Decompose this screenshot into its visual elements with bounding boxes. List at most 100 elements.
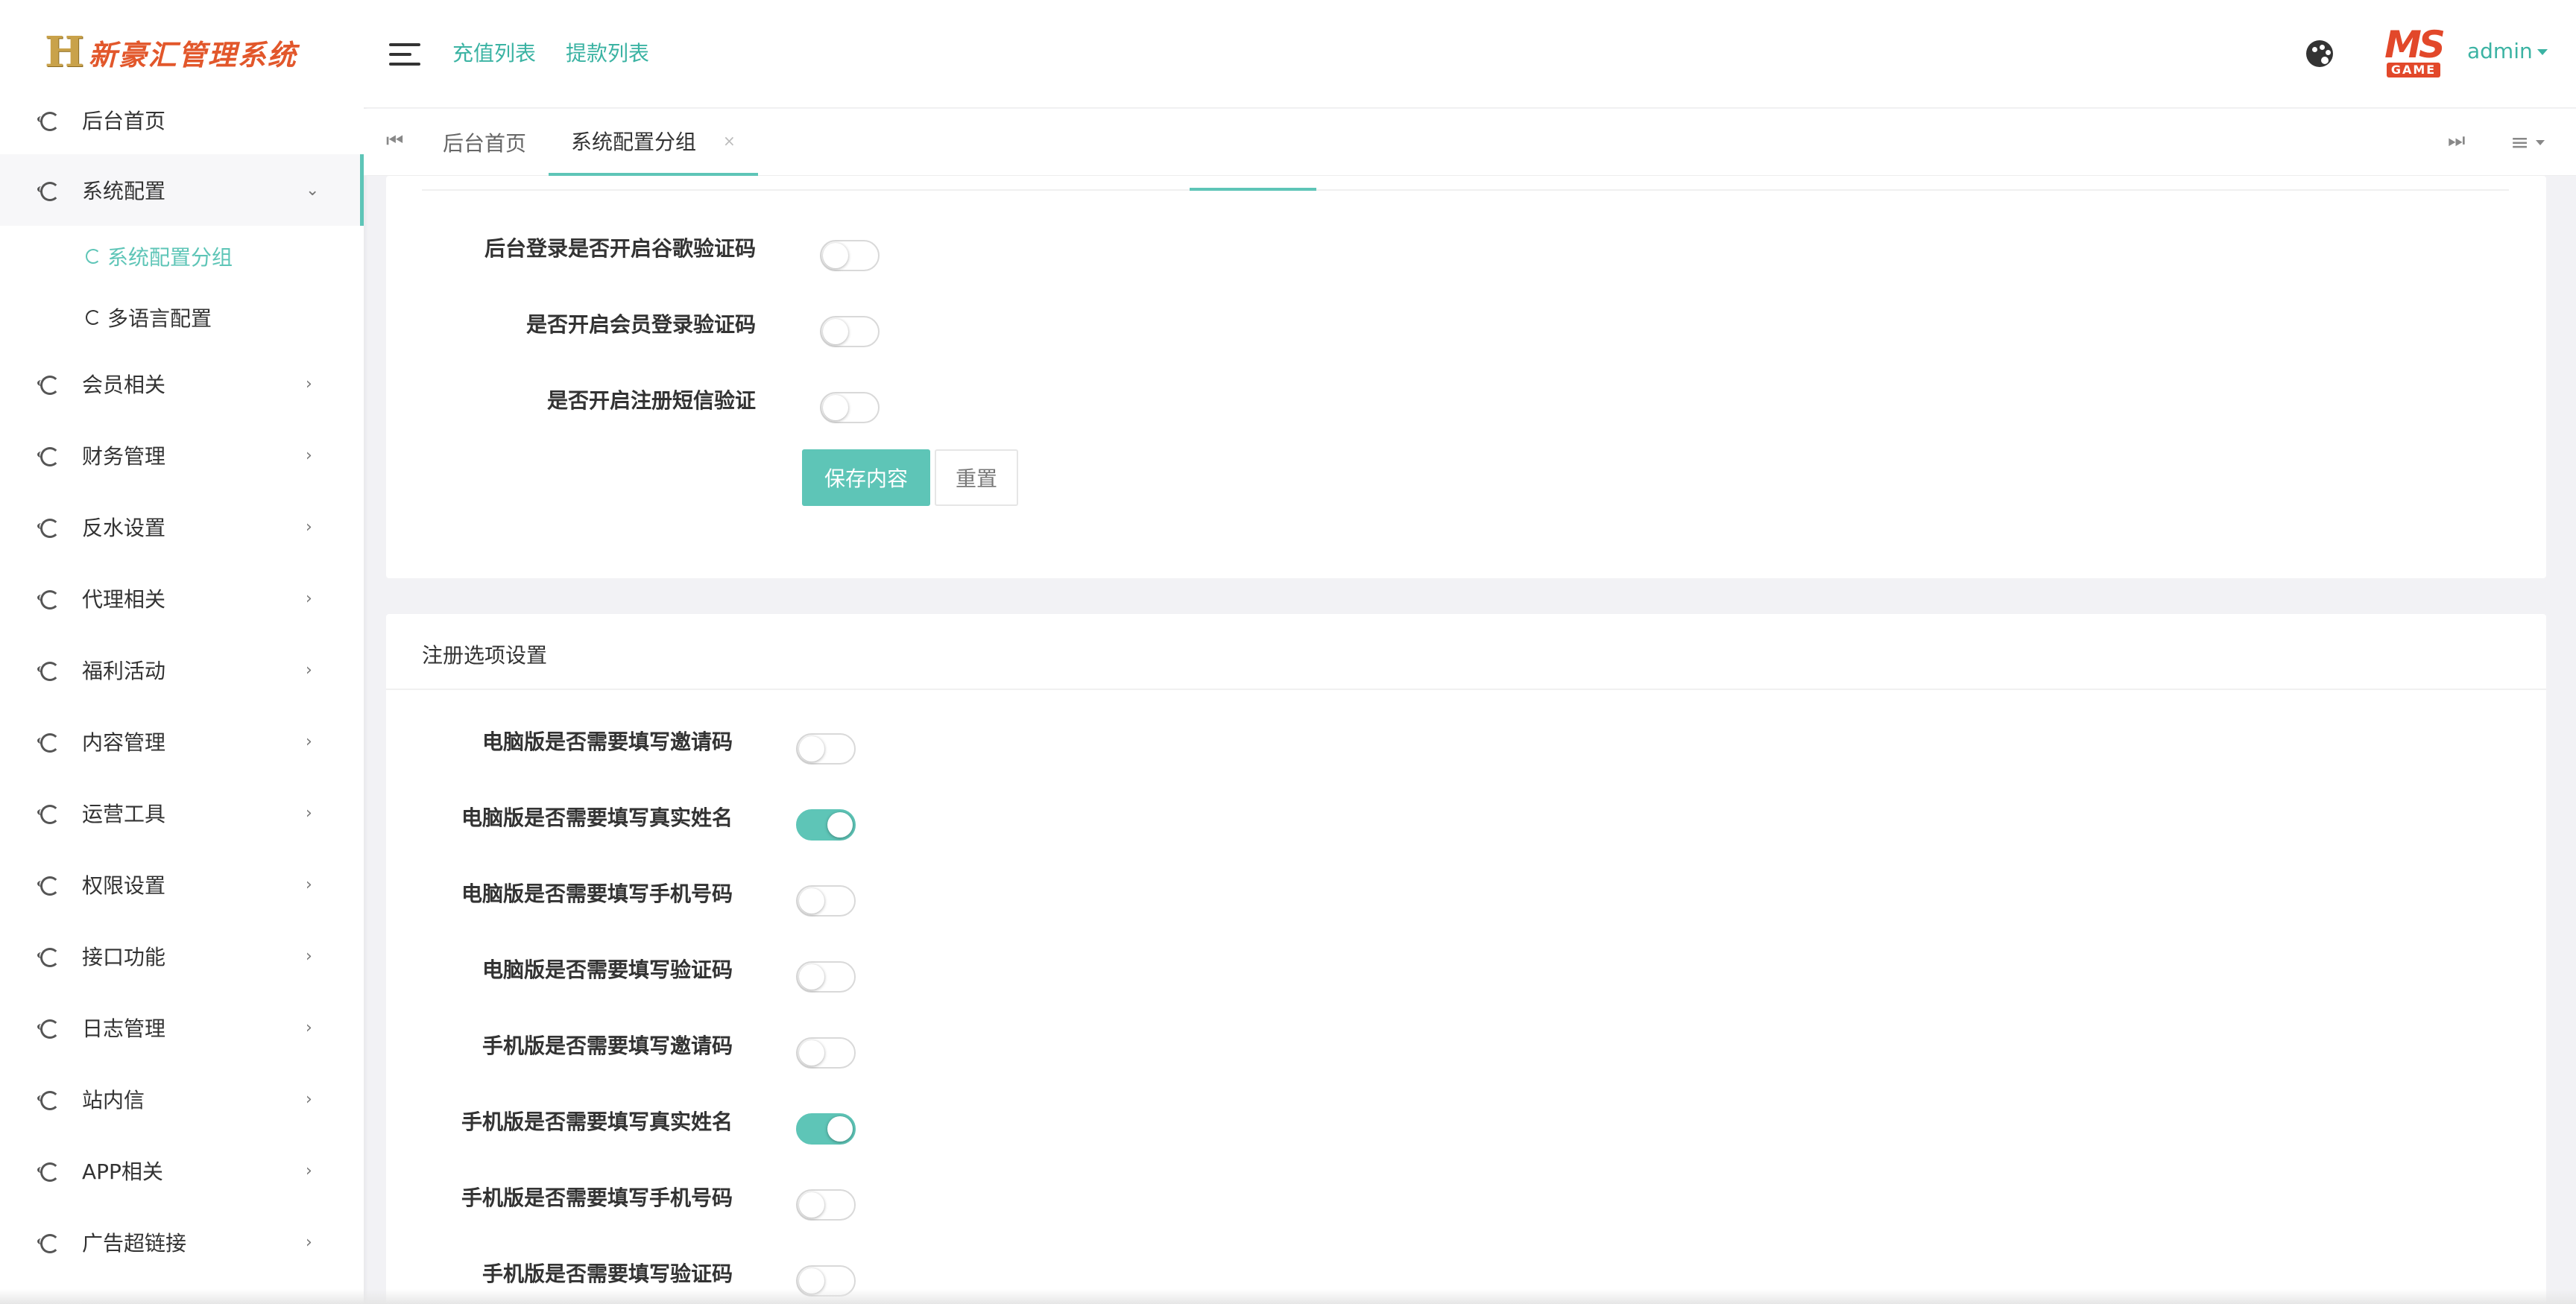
sidebar-item-content[interactable]: 内容管理 › [0, 706, 364, 777]
form-row: 电脑版是否需要填写邀请码 [386, 726, 733, 770]
sidebar-item-messages[interactable]: 站内信 › [0, 1063, 364, 1135]
circle-icon [37, 374, 60, 395]
sidebar-item-label: 福利活动 [82, 659, 166, 683]
mobile-real-name-toggle[interactable] [796, 1113, 856, 1145]
sidebar-item-label: 日志管理 [82, 1016, 166, 1041]
sidebar-item-logs[interactable]: 日志管理 › [0, 992, 364, 1063]
sidebar-item-label: APP相关 [82, 1159, 163, 1184]
pc-phone-toggle[interactable] [796, 885, 856, 917]
google-auth-toggle[interactable] [820, 240, 880, 271]
form-label: 手机版是否需要填写真实姓名 [461, 1110, 733, 1134]
chevron-right-icon: › [306, 803, 312, 823]
circle-icon [37, 1018, 60, 1039]
mobile-phone-toggle[interactable] [796, 1189, 856, 1221]
mobile-invite-code-toggle[interactable] [796, 1037, 856, 1069]
form-label: 手机版是否需要填写验证码 [482, 1262, 733, 1286]
form-label: 后台登录是否开启谷歌验证码 [484, 236, 756, 261]
sidebar-menu: 后台首页 系统配置 ⌄ 系统配置分组 多语言配置 会员相关 › 财务管理 › 反… [0, 86, 364, 1278]
logo-mark: H [45, 28, 84, 77]
logo-text: 新豪汇管理系统 [88, 38, 297, 72]
circle-icon [37, 732, 60, 753]
tab-label: 后台首页 [443, 131, 527, 156]
menu-toggle-icon[interactable] [389, 43, 420, 66]
chevron-right-icon: › [306, 1232, 312, 1252]
chevron-right-icon: › [306, 946, 312, 966]
sidebar-item-api[interactable]: 接口功能 › [0, 920, 364, 992]
sidebar-item-rebate[interactable]: 反水设置 › [0, 491, 364, 563]
chevron-right-icon: › [306, 660, 312, 680]
chevron-right-icon: › [306, 875, 312, 894]
chevron-right-icon: › [306, 517, 312, 537]
chevron-right-icon: › [306, 732, 312, 751]
sidebar-item-label: 代理相关 [82, 587, 166, 612]
form-label: 电脑版是否需要填写手机号码 [461, 882, 733, 906]
sidebar-item-label: 系统配置 [82, 179, 166, 203]
sidebar-item-agents[interactable]: 代理相关 › [0, 563, 364, 634]
caret-down-icon[interactable] [2537, 49, 2548, 55]
recharge-list-link[interactable]: 充值列表 [452, 37, 536, 67]
form-row: 手机版是否需要填写邀请码 [386, 1030, 733, 1074]
save-button[interactable]: 保存内容 [802, 449, 930, 506]
tab-next-icon[interactable]: ⏭ [2448, 130, 2465, 153]
pc-captcha-toggle[interactable] [796, 961, 856, 993]
sidebar-item-label: 内容管理 [82, 730, 166, 755]
circle-icon [37, 946, 60, 967]
form-label: 是否开启会员登录验证码 [525, 312, 756, 337]
circle-icon [83, 248, 101, 265]
sidebar-item-promotions[interactable]: 福利活动 › [0, 634, 364, 706]
form-label: 电脑版是否需要填写验证码 [482, 958, 733, 982]
tab-config-group[interactable]: 系统配置分组 × [549, 109, 758, 176]
sidebar-subitem-config-group[interactable]: 系统配置分组 [0, 226, 364, 287]
circle-icon [37, 110, 60, 131]
sidebar-item-app[interactable]: APP相关 › [0, 1135, 364, 1206]
circle-icon [37, 875, 60, 896]
sidebar-item-permissions[interactable]: 权限设置 › [0, 849, 364, 920]
sidebar-subitem-label: 系统配置分组 [107, 245, 233, 270]
sidebar-item-operations[interactable]: 运营工具 › [0, 777, 364, 849]
sidebar-item-ad-links[interactable]: 广告超链接 › [0, 1206, 364, 1278]
withdraw-list-link[interactable]: 提款列表 [566, 37, 649, 67]
pc-invite-code-toggle[interactable] [796, 733, 856, 765]
sidebar-item-label: 接口功能 [82, 945, 166, 969]
tab-options-icon[interactable]: ≡ [2510, 130, 2529, 156]
active-tab-indicator [1190, 188, 1316, 191]
circle-icon [37, 589, 60, 610]
form-label: 电脑版是否需要填写邀请码 [482, 729, 733, 754]
sidebar-item-finance[interactable]: 财务管理 › [0, 420, 364, 491]
form-row: 是否开启注册短信验证 [386, 384, 756, 429]
sidebar-item-label: 广告超链接 [82, 1231, 187, 1256]
avatar[interactable]: MS GAME [2376, 22, 2451, 82]
window-bottom-edge [0, 1289, 2576, 1304]
palette-icon[interactable] [2306, 40, 2333, 67]
tab-home[interactable]: 后台首页 [420, 109, 549, 176]
chevron-right-icon: › [306, 446, 312, 465]
user-menu[interactable]: admin [2467, 39, 2533, 63]
form-row: 是否开启会员登录验证码 [386, 308, 756, 353]
sidebar-item-label: 后台首页 [82, 109, 166, 133]
circle-icon [37, 803, 60, 824]
sidebar-item-label: 财务管理 [82, 444, 166, 469]
sidebar-item-members[interactable]: 会员相关 › [0, 348, 364, 420]
sidebar-item-home[interactable]: 后台首页 [0, 86, 364, 154]
caret-down-icon[interactable] [2536, 140, 2545, 145]
tab-prev-icon[interactable]: ⏮ [386, 130, 403, 153]
circle-icon [37, 1161, 60, 1182]
circle-icon [37, 1232, 60, 1253]
register-sms-toggle[interactable] [820, 392, 880, 423]
member-login-captcha-toggle[interactable] [820, 316, 880, 347]
chevron-right-icon: › [306, 374, 312, 393]
form-row: 电脑版是否需要填写手机号码 [386, 878, 733, 922]
sidebar-item-label: 权限设置 [82, 873, 166, 898]
sidebar: H 新豪汇管理系统 后台首页 系统配置 ⌄ 系统配置分组 多语言配置 会员相关 … [0, 0, 364, 1304]
sidebar-subitem-language[interactable]: 多语言配置 [0, 287, 364, 348]
circle-icon [37, 446, 60, 466]
chevron-right-icon: › [306, 589, 312, 608]
form-label: 手机版是否需要填写手机号码 [461, 1186, 733, 1210]
close-icon[interactable]: × [723, 132, 736, 150]
reset-button[interactable]: 重置 [935, 449, 1018, 506]
circle-icon [37, 180, 60, 201]
circle-icon [37, 1089, 60, 1110]
sidebar-item-system-config[interactable]: 系统配置 ⌄ [0, 154, 364, 226]
divider [422, 189, 2509, 191]
pc-real-name-toggle[interactable] [796, 809, 856, 841]
